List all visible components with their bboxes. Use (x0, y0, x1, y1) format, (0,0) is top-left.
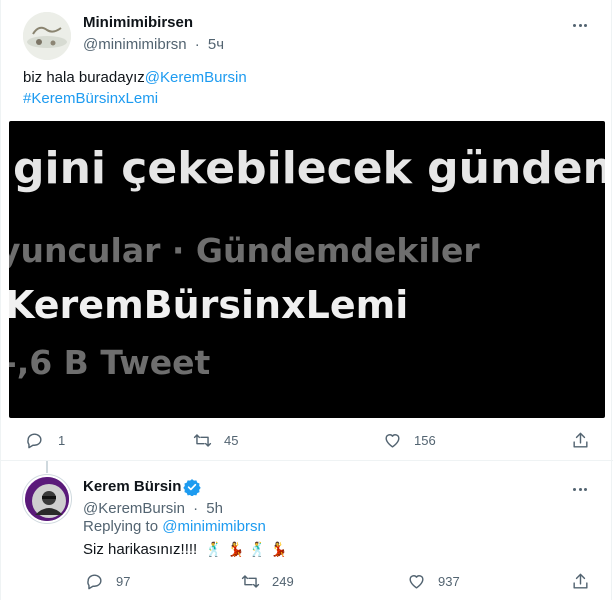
retweet-icon (193, 434, 212, 447)
heart-icon (409, 575, 424, 589)
tweet-text: Siz harikasınız!!!! (83, 541, 198, 558)
dot-icon (578, 487, 582, 491)
replying-to-handle-link[interactable]: @minimimibrsn (162, 518, 266, 535)
woman-dancing-emoji: 💃 (227, 542, 245, 558)
like-count: 937 (438, 574, 460, 589)
retweet-count: 249 (272, 574, 294, 589)
media-text-line2: yuncular · Gündemdekiler (9, 231, 480, 270)
reply-count: 97 (116, 574, 131, 589)
replying-to-label: Replying to (83, 518, 159, 535)
avatar[interactable] (23, 475, 71, 523)
woman-dancing-emoji: 💃 (270, 542, 288, 558)
dot-icon (583, 23, 587, 27)
timestamp[interactable]: 5h (206, 500, 223, 517)
display-name[interactable]: Kerem Bürsin (83, 478, 181, 495)
like-count: 156 (414, 433, 436, 448)
timeline-frame: Minimimibirsen @minimimibrsn · 5ч biz ha… (0, 0, 613, 600)
avatar[interactable] (23, 12, 71, 60)
dot-icon (573, 23, 577, 27)
tweet-actions-bar: 97 249 937 (1, 572, 613, 596)
tweet-text: biz hala buradayız (23, 69, 145, 86)
more-options-button[interactable] (569, 478, 591, 500)
dot-icon (583, 487, 587, 491)
handle-line: @KeremBursin · 5h (83, 500, 223, 517)
tweet-1[interactable]: Minimimibirsen @minimimibrsn · 5ч biz ha… (1, 0, 613, 460)
timestamp[interactable]: 5ч (208, 36, 224, 53)
mention-link[interactable]: @KeremBursin (145, 69, 247, 86)
share-button[interactable] (571, 431, 590, 450)
heart-icon (385, 434, 400, 448)
thread-connector-line (46, 461, 48, 473)
retweet-icon (241, 575, 260, 588)
separator: · (193, 500, 199, 517)
retweet-button[interactable]: 45 (193, 431, 238, 450)
tweet-media-image[interactable]: gini çekebilecek gündemle yuncular · Gün… (9, 121, 605, 418)
man-dancing-emoji: 🕺 (248, 542, 267, 558)
tweet-text-line: Siz harikasınız!!!! 🕺 💃 🕺 💃 (83, 540, 288, 560)
share-icon (573, 573, 588, 589)
share-button[interactable] (571, 572, 590, 591)
hashtag-link[interactable]: #KeremBürsinxLemi (23, 90, 158, 107)
reply-button[interactable]: 1 (25, 431, 65, 450)
man-dancing-emoji: 🕺 (205, 542, 223, 558)
retweet-count: 45 (224, 433, 239, 448)
retweet-button[interactable]: 249 (241, 572, 294, 591)
handle-line: @minimimibrsn · 5ч (83, 36, 224, 53)
tweet-text-line2: #KeremBürsinxLemi (23, 89, 158, 109)
media-text-line3: KeremBürsinxLemi (9, 283, 409, 327)
replying-to-line: Replying to @minimimibrsn (83, 517, 266, 537)
avatar-image (25, 477, 69, 521)
dot-icon (578, 23, 582, 27)
like-button[interactable]: 156 (383, 431, 436, 450)
reply-icon (27, 433, 42, 449)
reply-icon (87, 574, 102, 590)
handle[interactable]: @minimimibrsn (83, 36, 187, 53)
reply-count: 1 (58, 433, 66, 448)
more-options-button[interactable] (569, 14, 591, 36)
reply-button[interactable]: 97 (85, 572, 130, 591)
display-name[interactable]: Minimimibirsen (83, 14, 193, 31)
tweet-text-line1: biz hala buradayız@KeremBursin (23, 68, 247, 88)
tweet-actions-bar: 1 45 156 (1, 431, 613, 455)
verified-badge-icon (183, 479, 201, 496)
media-text-line4: -,6 B Tweet (9, 343, 211, 382)
separator: · (194, 36, 200, 53)
like-button[interactable]: 937 (407, 572, 460, 591)
dot-icon (573, 487, 577, 491)
avatar-image (23, 12, 71, 60)
tweet-2-reply[interactable]: Kerem Bürsin @KeremBursin · 5h Replying … (1, 461, 613, 600)
share-icon (573, 432, 588, 448)
handle[interactable]: @KeremBursin (83, 500, 185, 517)
media-text-line1: gini çekebilecek gündemle (13, 143, 605, 194)
